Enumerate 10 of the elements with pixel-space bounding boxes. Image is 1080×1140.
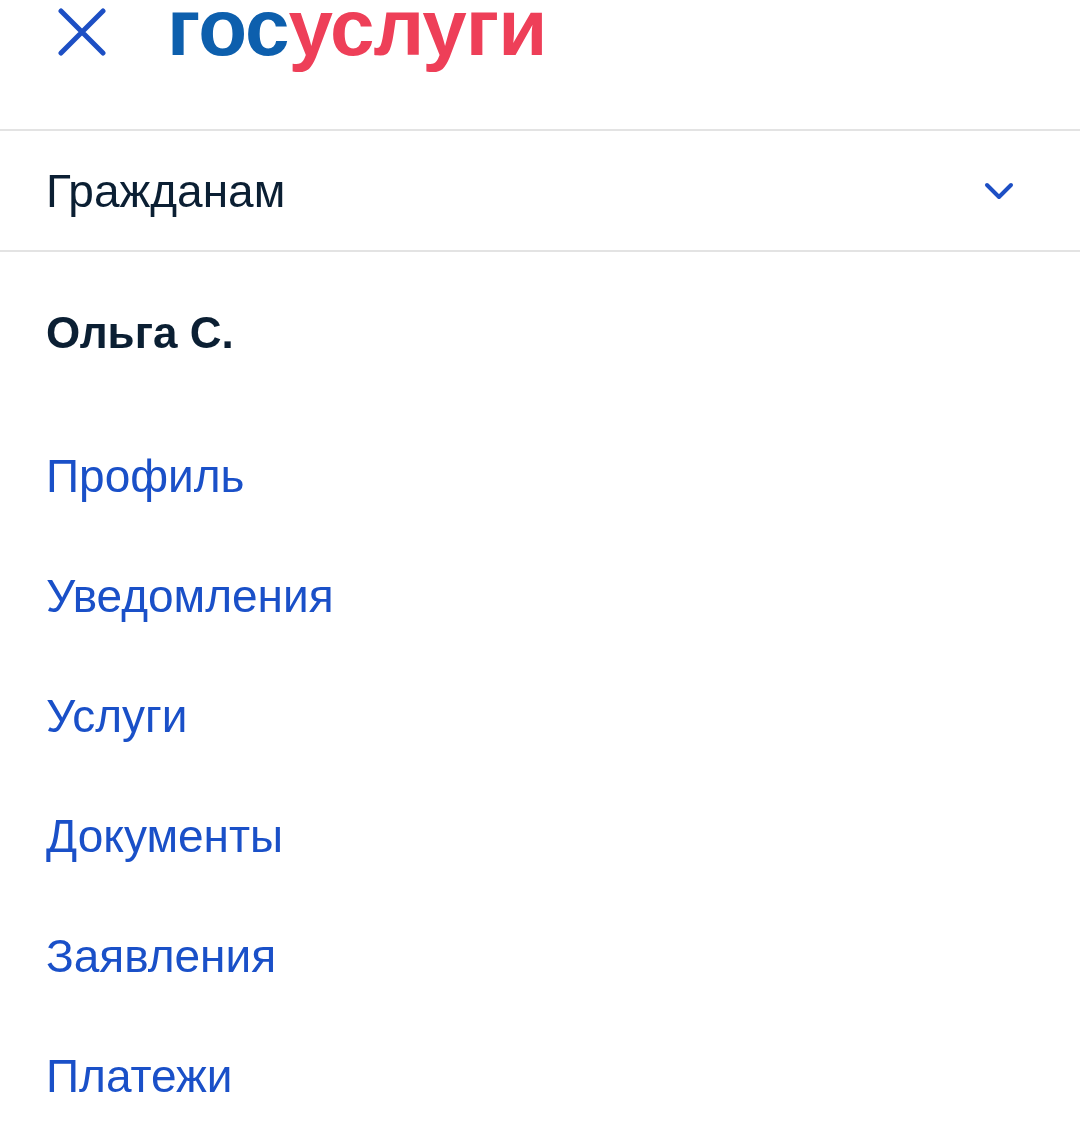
- menu-link[interactable]: Услуги: [46, 689, 188, 743]
- user-name: Ольга С.: [46, 308, 234, 357]
- logo[interactable]: госуслуги: [167, 0, 547, 75]
- menu-link[interactable]: Уведомления: [46, 569, 334, 623]
- menu-link[interactable]: Профиль: [46, 449, 245, 503]
- menu-link[interactable]: Документы: [46, 809, 284, 863]
- menu-link[interactable]: Платежи: [46, 1049, 233, 1103]
- close-icon: [58, 8, 106, 56]
- audience-dropdown[interactable]: Гражданам: [0, 131, 1080, 252]
- menu-link[interactable]: Заявления: [46, 929, 277, 983]
